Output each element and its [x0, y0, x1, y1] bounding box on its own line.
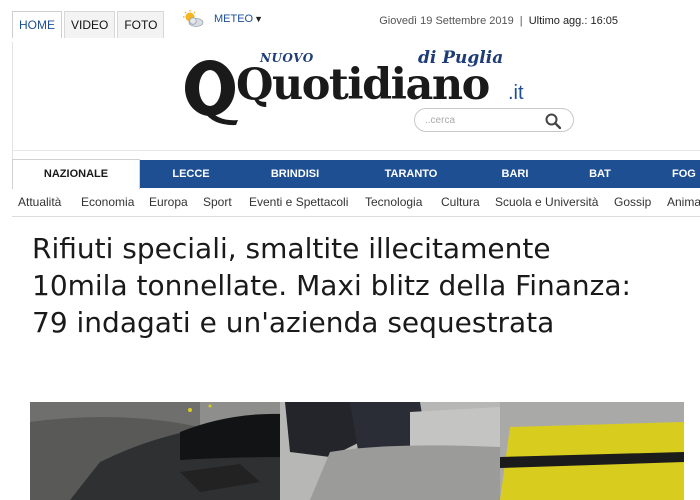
category-nav: Attualità Economia Europa Sport Eventi e…	[12, 188, 700, 217]
subnav-item-europa[interactable]: Europa	[149, 188, 188, 217]
current-date: Giovedì 19 Settembre 2019	[379, 15, 514, 27]
tab-foto[interactable]: FOTO	[117, 11, 165, 38]
logo-domain: .it	[508, 82, 524, 104]
logo-q-icon	[185, 60, 238, 126]
top-bar: HOME VIDEO FOTO METEO ▼ Giovedì 19 Sette…	[0, 0, 700, 42]
tab-video[interactable]: VIDEO	[64, 11, 116, 38]
nav-item-nazionale[interactable]: NAZIONALE	[12, 159, 140, 189]
nav-item-bat[interactable]: BAT	[570, 160, 630, 188]
subnav-item-tecnologia[interactable]: Tecnologia	[365, 188, 422, 217]
subnav-item-eventi[interactable]: Eventi e Spettacoli	[249, 188, 348, 217]
meteo-label: METEO	[214, 13, 254, 25]
subnav-item-attualita[interactable]: Attualità	[18, 188, 61, 217]
subnav-item-sport[interactable]: Sport	[203, 188, 232, 217]
subnav-item-gossip[interactable]: Gossip	[614, 188, 651, 217]
subnav-item-cultura[interactable]: Cultura	[441, 188, 480, 217]
top-tabs: HOME VIDEO FOTO	[12, 11, 166, 38]
article-headline[interactable]: Rifiuti speciali, smaltite illecitamente…	[32, 230, 652, 341]
header-divider	[12, 150, 700, 151]
subnav-item-anima[interactable]: Anima	[667, 188, 700, 217]
caret-down-icon: ▼	[254, 14, 264, 24]
search-box[interactable]	[414, 108, 574, 132]
nav-item-bari[interactable]: BARI	[482, 160, 548, 188]
sun-cloud-icon	[182, 10, 204, 28]
separator: |	[519, 15, 523, 27]
nav-item-lecce[interactable]: LECCE	[152, 160, 230, 188]
section-nav: NAZIONALE LECCE BRINDISI TARANTO BARI BA…	[12, 159, 700, 189]
search-input[interactable]	[425, 112, 535, 128]
search-icon[interactable]	[545, 113, 561, 129]
nav-item-brindisi[interactable]: BRINDISI	[256, 160, 334, 188]
nav-item-taranto[interactable]: TARANTO	[372, 160, 450, 188]
nav-item-fog[interactable]: FOG	[666, 160, 700, 188]
logo-wordmark: Quotidiano	[236, 60, 490, 110]
date-line: Giovedì 19 Settembre 2019 | Ultimo agg.:…	[379, 15, 618, 27]
photo-image	[30, 402, 684, 500]
tab-home[interactable]: HOME	[12, 11, 62, 38]
article-photo[interactable]	[30, 402, 684, 500]
subnav-item-economia[interactable]: Economia	[81, 188, 134, 217]
page-left-border	[12, 42, 13, 160]
subnav-item-scuola[interactable]: Scuola e Università	[495, 188, 598, 217]
meteo-menu[interactable]: METEO ▼	[182, 9, 263, 29]
last-update: Ultimo agg.: 16:05	[528, 15, 618, 27]
